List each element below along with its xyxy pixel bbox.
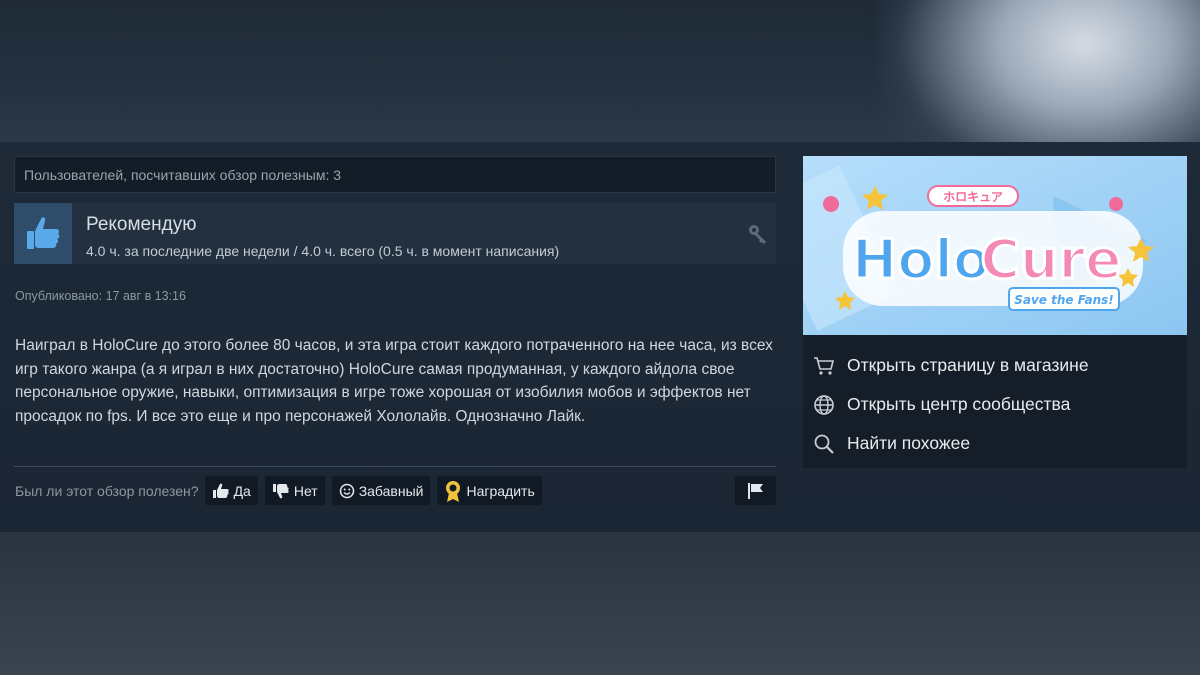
side-links: Открыть страницу в магазине Открыть цент… [803,346,1187,463]
posted-date: Опубликовано: 17 авг в 13:16 [15,289,186,303]
award-icon [446,480,461,502]
store-page-label: Открыть страницу в магазине [847,355,1089,375]
search-icon [812,432,836,456]
find-similar-link[interactable]: Найти похожее [803,424,1187,463]
recommendation-box: Рекомендую 4.0 ч. за последние две недел… [14,203,776,264]
playtime-hours: 4.0 ч. за последние две недели / 4.0 ч. … [86,243,560,259]
cart-icon [812,354,836,378]
vote-funny-label: Забавный [358,482,424,499]
community-hub-label: Открыть центр сообщества [847,394,1071,414]
award-label: Наградить [466,482,535,499]
report-flag-button[interactable] [735,476,776,505]
thumbs-down-small-icon [272,483,289,498]
game-side-panel: ホロキュア Holo Cure Save the Fans! Открыть с… [803,156,1187,468]
vote-funny-button[interactable]: Забавный [331,476,431,505]
banner-logo-cure: Cure [980,228,1121,291]
recommendation-title: Рекомендую [86,214,197,235]
footer-background [0,532,1200,675]
globe-icon [812,393,836,417]
thumbs-up-icon [14,203,72,264]
banner-tagline: Save the Fans! [1014,293,1114,307]
award-button[interactable]: Наградить [437,476,542,505]
helpful-count-bar: Пользователей, посчитавших обзор полезны… [14,156,776,193]
vote-row: Был ли этот обзор полезен? Да Нет Забавн… [15,476,776,505]
helpful-count-text: Пользователей, посчитавших обзор полезны… [24,167,342,183]
smiley-icon [339,483,354,498]
community-hub-link[interactable]: Открыть центр сообщества [803,385,1187,424]
banner-jp-tag: ホロキュア [943,190,1003,204]
key-icon [747,223,769,250]
header-background [0,0,1200,142]
banner-logo-holo: Holo [852,228,990,291]
thumbs-up-small-icon [212,483,229,498]
divider [14,466,776,467]
vote-yes-label: Да [233,482,251,499]
header-glow [880,0,1200,142]
vote-question: Был ли этот обзор полезен? [15,482,199,499]
find-similar-label: Найти похожее [847,433,971,453]
holocure-logo-art: ホロキュア Holo Cure Save the Fans! [803,156,1187,335]
review-body: Наиграл в HoloCure до этого более 80 час… [15,337,773,425]
flag-icon [747,482,763,499]
vote-yes-button[interactable]: Да [204,476,258,505]
vote-no-label: Нет [293,482,318,499]
vote-no-button[interactable]: Нет [264,476,325,505]
game-banner[interactable]: ホロキュア Holo Cure Save the Fans! [803,156,1187,335]
store-page-link[interactable]: Открыть страницу в магазине [803,346,1187,385]
